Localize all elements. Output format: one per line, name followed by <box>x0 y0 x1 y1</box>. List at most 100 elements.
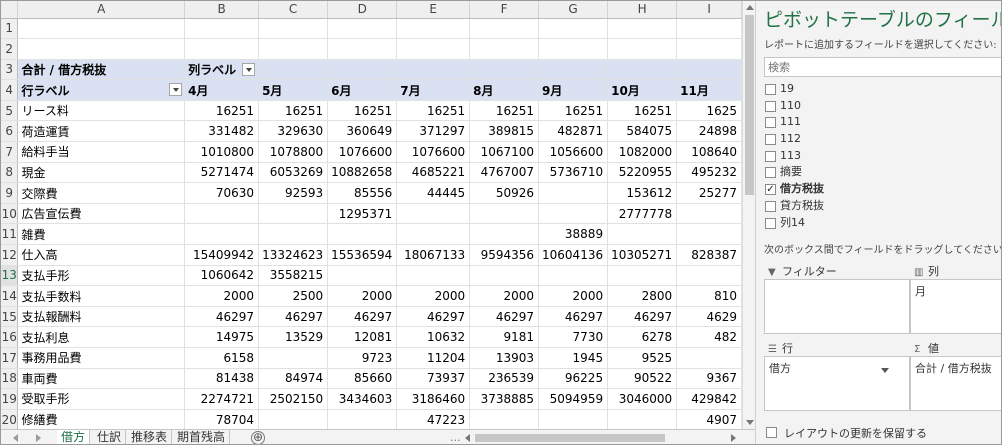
row-header[interactable]: 17 <box>1 347 19 369</box>
value-cell[interactable] <box>396 18 471 40</box>
value-cell[interactable]: 85556 <box>327 182 398 204</box>
field-item[interactable]: 113 <box>764 148 1001 165</box>
column-header[interactable]: F <box>469 1 540 19</box>
column-header[interactable]: I <box>676 1 742 19</box>
value-cell[interactable]: 7730 <box>538 326 609 348</box>
checkbox-icon[interactable] <box>765 167 776 179</box>
value-cell[interactable] <box>607 409 678 429</box>
row-label-cell[interactable]: 事務用品費 <box>17 347 186 369</box>
value-cell[interactable]: 16251 <box>607 100 678 122</box>
value-cell[interactable]: 84974 <box>258 368 329 390</box>
value-cell[interactable] <box>538 409 609 429</box>
filter-dropdown-icon[interactable] <box>169 83 183 97</box>
value-cell[interactable]: 810 <box>676 285 742 307</box>
value-cell[interactable]: 10604136 <box>538 244 609 266</box>
value-cell[interactable] <box>396 203 471 225</box>
value-cell[interactable] <box>538 265 609 287</box>
value-cell[interactable]: 2000 <box>396 285 471 307</box>
value-cell[interactable] <box>607 38 678 60</box>
row-header[interactable]: 16 <box>1 326 19 348</box>
value-cell[interactable]: 9367 <box>676 368 742 390</box>
value-cell[interactable] <box>676 38 742 60</box>
field-item[interactable]: 110 <box>764 98 1001 115</box>
value-cell[interactable]: 16251 <box>184 100 260 122</box>
row-header[interactable]: 9 <box>1 182 19 204</box>
value-cell[interactable]: 6158 <box>184 347 260 369</box>
row-header[interactable]: 7 <box>1 141 19 163</box>
value-cell[interactable]: 46297 <box>469 306 540 328</box>
value-cell[interactable] <box>184 203 260 225</box>
row-label-cell[interactable]: 車両費 <box>17 368 186 390</box>
field-item[interactable]: ✓ 借方税抜 <box>764 181 1001 198</box>
row-label-cell[interactable]: リース料 <box>17 100 186 122</box>
value-cell[interactable] <box>396 59 471 81</box>
column-header[interactable]: C <box>258 1 329 19</box>
row-label-cell[interactable]: 現金 <box>17 162 186 184</box>
scroll-down-icon[interactable] <box>746 420 754 425</box>
value-cell[interactable]: 6053269 <box>258 162 329 184</box>
value-cell[interactable] <box>538 18 609 40</box>
value-cell[interactable]: 44445 <box>396 182 471 204</box>
row-label-cell[interactable]: 支払手形 <box>17 265 186 287</box>
value-cell[interactable] <box>538 59 609 81</box>
column-header[interactable]: A <box>17 1 186 19</box>
value-cell[interactable]: 96225 <box>538 368 609 390</box>
row-labels-header[interactable]: 行ラベル <box>17 79 186 101</box>
value-cell[interactable]: 38889 <box>538 223 609 246</box>
row-header[interactable]: 10 <box>1 203 19 225</box>
row-label-cell[interactable]: 荷造運賃 <box>17 120 186 143</box>
value-cell[interactable]: 90522 <box>607 368 678 390</box>
value-cell[interactable] <box>469 203 540 225</box>
scroll-right-icon[interactable] <box>731 434 736 442</box>
value-cell[interactable]: 495232 <box>676 162 742 184</box>
value-cell[interactable]: 4月 <box>184 79 260 101</box>
pivot-grid[interactable]: A B C D E F G H I 1 2 3 合計 / 借方税抜 列ラベル 4 行ラベル 4月 5月 6月 7月 8月… <box>1 1 742 429</box>
defer-update-checkbox[interactable]: レイアウトの更新を保留する <box>766 425 927 441</box>
row-header[interactable]: 15 <box>1 306 19 328</box>
value-cell[interactable]: 371297 <box>396 120 471 143</box>
checkbox-icon[interactable] <box>765 117 776 129</box>
column-header[interactable]: B <box>184 1 260 19</box>
value-cell[interactable]: 11204 <box>396 347 471 369</box>
value-cell[interactable] <box>676 59 742 81</box>
value-cell[interactable]: 13324623 <box>258 244 329 266</box>
field-item[interactable]: 列14 <box>764 215 1001 232</box>
value-cell[interactable] <box>607 265 678 287</box>
value-cell[interactable]: 46297 <box>538 306 609 328</box>
value-cell[interactable] <box>396 265 471 287</box>
value-cell[interactable]: 16251 <box>469 100 540 122</box>
value-cell[interactable]: 9月 <box>538 79 609 101</box>
row-label-cell[interactable]: 仕入高 <box>17 244 186 266</box>
value-cell[interactable] <box>469 59 540 81</box>
value-cell[interactable]: 1625 <box>676 100 742 122</box>
row-header[interactable]: 2 <box>1 38 19 60</box>
value-cell[interactable] <box>538 182 609 204</box>
value-cell[interactable]: 2800 <box>607 285 678 307</box>
value-cell[interactable] <box>538 38 609 60</box>
value-cell[interactable]: 73937 <box>396 368 471 390</box>
sheet-tab-journal[interactable]: 仕訳 <box>93 430 127 444</box>
value-cell[interactable]: 2274721 <box>184 388 260 410</box>
scroll-up-icon[interactable] <box>746 5 754 10</box>
value-cell[interactable]: 1010800 <box>184 141 260 163</box>
value-cell[interactable]: 389815 <box>469 120 540 143</box>
value-cell[interactable]: 4629 <box>676 306 742 328</box>
row-header[interactable]: 14 <box>1 285 19 307</box>
value-cell[interactable]: 16251 <box>538 100 609 122</box>
row-drop-area[interactable]: 借方 <box>764 356 910 411</box>
value-cell[interactable] <box>538 203 609 225</box>
filter-drop-area[interactable] <box>764 279 910 334</box>
field-search-input[interactable] <box>764 57 1001 77</box>
value-cell[interactable] <box>327 223 398 246</box>
value-cell[interactable]: 2000 <box>327 285 398 307</box>
checkbox-icon[interactable] <box>766 427 777 438</box>
row-header[interactable]: 20 <box>1 409 19 429</box>
value-cell[interactable] <box>258 203 329 225</box>
field-item[interactable]: 111 <box>764 114 1001 131</box>
value-cell[interactable]: 1082000 <box>607 141 678 163</box>
value-cell[interactable]: 3046000 <box>607 388 678 410</box>
value-cell[interactable] <box>607 18 678 40</box>
value-cell[interactable]: 6月 <box>327 79 398 101</box>
value-cell[interactable]: 16251 <box>327 100 398 122</box>
checkbox-icon[interactable] <box>765 150 776 162</box>
